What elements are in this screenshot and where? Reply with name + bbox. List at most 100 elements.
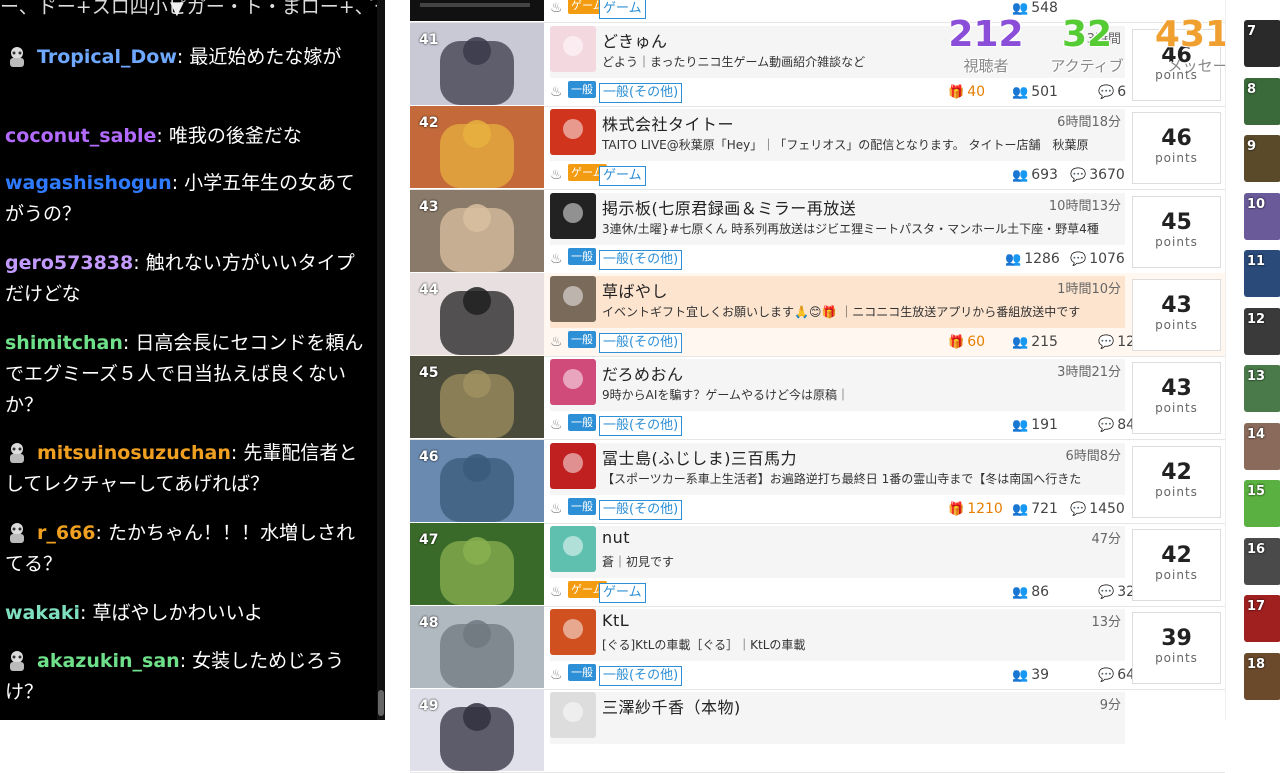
- table-row[interactable]: 49 三澤紗千香（本物) 9分: [410, 689, 1225, 773]
- stream-title[interactable]: 掲示板(七原君録画＆ミラー再放送: [602, 195, 856, 219]
- stream-info[interactable]: KtL [ぐる]KtLの車載［ぐる］｜KtLの車載 13分: [550, 609, 1125, 662]
- chat-username[interactable]: mitsuinosuzuchan: [37, 442, 231, 464]
- comment-icon: 💬: [1098, 668, 1115, 684]
- broadcaster-avatar[interactable]: [550, 109, 596, 156]
- side-stream-thumbnail[interactable]: 13: [1244, 365, 1280, 412]
- stream-thumbnail[interactable]: 42: [410, 106, 544, 189]
- table-row[interactable]: 47 nut 蒼｜初見です 47分 ♨ ゲーム ゲーム 👥 86 💬 320 42 points: [410, 522, 1225, 607]
- stream-title[interactable]: 三澤紗千香（本物): [602, 694, 741, 718]
- category-tag[interactable]: 一般(その他): [599, 249, 683, 270]
- table-row[interactable]: ♨ ゲーム ゲーム 👥 548: [410, 0, 1225, 23]
- stream-info[interactable]: nut 蒼｜初見です 47分: [550, 525, 1125, 578]
- broadcaster-avatar[interactable]: [550, 442, 596, 489]
- chat-text: 唯我の後釜だな: [168, 125, 302, 147]
- stream-thumbnail[interactable]: 45: [410, 356, 544, 439]
- user-avatar-icon[interactable]: [5, 44, 29, 68]
- table-row[interactable]: 48 KtL [ぐる]KtLの車載［ぐる］｜KtLの車載 13分 ♨ 一般 一般(その他) 👥…: [410, 606, 1225, 691]
- side-stream-thumbnail[interactable]: 8: [1244, 77, 1280, 125]
- side-stream-thumbnail[interactable]: 12: [1244, 307, 1280, 355]
- points-value: 46: [1161, 126, 1192, 152]
- chat-scrollbar-thumb[interactable]: [378, 690, 384, 716]
- stream-title[interactable]: KtL: [602, 611, 629, 630]
- stream-info[interactable]: どきゅん どよう｜まったりニコ生ゲーム動画紹介雑談など 3時間: [550, 26, 1125, 78]
- stream-thumbnail[interactable]: 44: [410, 272, 544, 355]
- broadcaster-avatar[interactable]: [550, 609, 596, 656]
- side-stream-thumbnail[interactable]: 15: [1244, 480, 1280, 527]
- category-tag[interactable]: 一般(その他): [599, 83, 683, 103]
- chat-username[interactable]: Tropical_Dow: [37, 46, 177, 68]
- chat-username[interactable]: coconut_sable: [5, 125, 156, 147]
- stream-info[interactable]: 株式会社タイトー TAITO LIVE@秋葉原「Hey」｜「フェリオス」の配信とな…: [550, 109, 1125, 162]
- provider-badge: 一般: [568, 664, 596, 682]
- chat-colon: :: [95, 522, 108, 544]
- category-tag[interactable]: ゲーム: [599, 0, 646, 19]
- stream-title[interactable]: 草ばやし: [602, 278, 668, 302]
- gift-count: 🎁 40: [948, 84, 986, 100]
- chat-message: coconut_sable: 唯我の後釜だな: [5, 121, 365, 152]
- stream-thumbnail[interactable]: 41: [410, 23, 544, 105]
- side-stream-thumbnail[interactable]: 16: [1244, 537, 1280, 585]
- chat-username[interactable]: shimitchan: [5, 332, 123, 354]
- user-avatar-icon[interactable]: [5, 520, 29, 544]
- side-stream-thumbnail[interactable]: 11: [1244, 250, 1280, 297]
- level-icon: ♨: [550, 333, 563, 350]
- broadcaster-avatar[interactable]: [550, 692, 596, 739]
- stream-meta: ♨ 一般 一般(その他) 👥 1286 💬 1076: [550, 247, 1125, 270]
- broadcaster-avatar[interactable]: [550, 26, 596, 72]
- category-tag[interactable]: 一般(その他): [599, 332, 683, 353]
- broadcaster-avatar[interactable]: [550, 275, 596, 322]
- stream-info[interactable]: 冨士島(ふじしま)三百馬力 【スポーツカー系車上生活者】お遍路逆打ち最終日 1番の…: [550, 442, 1125, 495]
- category-tag[interactable]: ゲーム: [599, 582, 646, 603]
- chat-username[interactable]: akazukin_san: [37, 650, 180, 672]
- rank-number: 47: [419, 531, 439, 548]
- category-tag[interactable]: 一般(その他): [599, 666, 683, 687]
- stream-info[interactable]: だろめおん 9時からAIを騙す？ゲームやるけど今は原稿｜ 3時間21分: [550, 359, 1125, 412]
- side-stream-thumbnail[interactable]: 17: [1244, 595, 1280, 642]
- stream-thumbnail[interactable]: 46: [410, 439, 544, 522]
- stream-info[interactable]: 三澤紗千香（本物) 9分: [550, 692, 1125, 745]
- stream-title[interactable]: 冨士島(ふじしま)三百馬力: [602, 445, 797, 469]
- stream-thumbnail[interactable]: [410, 0, 544, 21]
- category-tag[interactable]: ゲーム: [599, 166, 646, 187]
- side-stream-thumbnail[interactable]: 9: [1244, 135, 1280, 182]
- stream-info[interactable]: 掲示板(七原君録画＆ミラー再放送 3連休/土曜}#七原くん 時系列再放送はジビエ狸…: [550, 192, 1125, 245]
- stream-title[interactable]: nut: [602, 528, 630, 547]
- chat-scrollbar[interactable]: [377, 0, 385, 720]
- stream-title[interactable]: どきゅん: [602, 28, 668, 52]
- points-box: 43 points: [1132, 362, 1221, 435]
- table-row[interactable]: 46 冨士島(ふじしま)三百馬力 【スポーツカー系車上生活者】お遍路逆打ち最終日 1…: [410, 439, 1225, 524]
- stream-thumbnail[interactable]: 49: [410, 689, 544, 772]
- chat-username[interactable]: wagashishogun: [5, 172, 172, 194]
- table-row[interactable]: 43 掲示板(七原君録画＆ミラー再放送 3連休/土曜}#七原くん 時系列再放送はジビ…: [410, 189, 1225, 274]
- stream-thumbnail[interactable]: 43: [410, 189, 544, 272]
- broadcaster-avatar[interactable]: [550, 359, 596, 406]
- broadcaster-avatar[interactable]: [550, 192, 596, 239]
- chat-username[interactable]: gero573838: [5, 252, 133, 274]
- elapsed-time: 6時間8分: [1065, 448, 1121, 464]
- side-stream-thumbnail[interactable]: 7: [1244, 20, 1280, 67]
- stream-description: [ぐる]KtLの車載［ぐる］｜KtLの車載: [602, 638, 806, 653]
- side-stream-thumbnail[interactable]: 14: [1244, 422, 1280, 470]
- broadcaster-avatar[interactable]: [550, 525, 596, 572]
- stream-info[interactable]: 草ばやし イベントギフト宜しくお願いします🙏😊🎁 ｜ニコニコ生放送アプリから番組放…: [550, 275, 1125, 328]
- stream-title[interactable]: だろめおん: [602, 361, 684, 385]
- user-avatar-icon[interactable]: [5, 440, 29, 464]
- viewers-icon: 👥: [1012, 85, 1029, 100]
- stream-title[interactable]: 株式会社タイトー: [602, 111, 734, 135]
- side-stream-thumbnail[interactable]: 18: [1244, 652, 1280, 700]
- level-icon: ♨: [550, 583, 563, 600]
- chat-username[interactable]: r_666: [37, 522, 96, 544]
- table-row[interactable]: 41 どきゅん どよう｜まったりニコ生ゲーム動画紹介雑談など 3時間 ♨ 一般 一般(その他…: [410, 23, 1225, 107]
- side-stream-thumbnail[interactable]: 10: [1244, 192, 1280, 240]
- table-row[interactable]: 42 株式会社タイトー TAITO LIVE@秋葉原「Hey」｜「フェリオス」の配信…: [410, 106, 1225, 191]
- points-value: 43: [1161, 292, 1192, 318]
- stream-thumbnail[interactable]: 47: [410, 522, 544, 605]
- category-tag[interactable]: 一般(その他): [599, 416, 683, 437]
- scroll-down-icon[interactable]: ▼: [170, 0, 184, 18]
- stream-thumbnail[interactable]: 48: [410, 606, 544, 689]
- user-avatar-icon[interactable]: [5, 648, 29, 672]
- category-tag[interactable]: 一般(その他): [599, 499, 683, 520]
- chat-username[interactable]: wakaki: [5, 602, 80, 624]
- table-row[interactable]: 45 だろめおん 9時からAIを騙す？ゲームやるけど今は原稿｜ 3時間21分 ♨ 一般 一般…: [410, 356, 1225, 441]
- table-row[interactable]: 44 草ばやし イベントギフト宜しくお願いします🙏😊🎁 ｜ニコニコ生放送アプリから番…: [410, 272, 1225, 357]
